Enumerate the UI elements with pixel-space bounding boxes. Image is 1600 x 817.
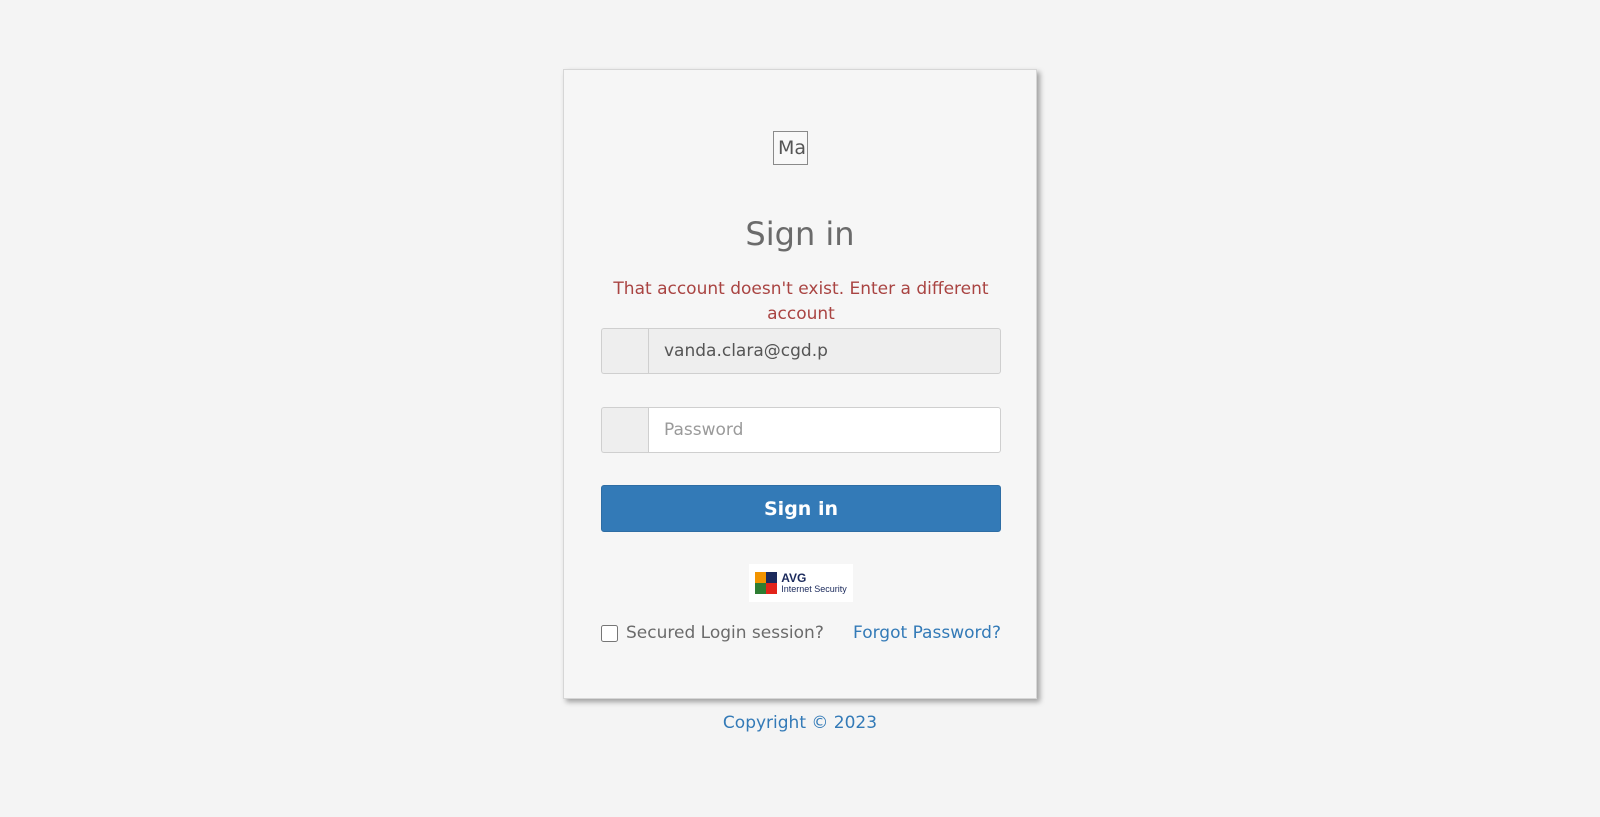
login-options-row: Secured Login session? Forgot Password? (601, 621, 1001, 645)
page-title: Sign in (745, 215, 855, 253)
sign-in-button[interactable]: Sign in (601, 485, 1001, 532)
avg-badge-subtitle: Internet Security (781, 584, 847, 594)
secured-session-label: Secured Login session? (626, 623, 824, 643)
error-message: That account doesn't exist. Enter a diff… (613, 279, 989, 324)
password-addon (601, 407, 648, 453)
avg-badge-text: AVG Internet Security (781, 572, 847, 594)
secured-session-checkbox[interactable] (601, 624, 618, 642)
company-logo: Ma (773, 131, 808, 165)
email-field[interactable] (648, 328, 1001, 374)
copyright-text: Copyright © 2023 (722, 713, 878, 733)
password-input-group (601, 407, 1001, 453)
forgot-password-link[interactable]: Forgot Password? (853, 623, 1001, 643)
secured-session-option[interactable]: Secured Login session? (601, 623, 824, 643)
email-input-group (601, 328, 1001, 374)
login-card: Ma Sign in That account doesn't exist. E… (563, 69, 1037, 699)
avg-security-badge: AVG Internet Security (749, 564, 853, 602)
avg-badge-name: AVG (781, 571, 807, 585)
avg-logo-icon (755, 572, 778, 594)
password-field[interactable] (648, 407, 1001, 453)
email-addon (601, 328, 648, 374)
